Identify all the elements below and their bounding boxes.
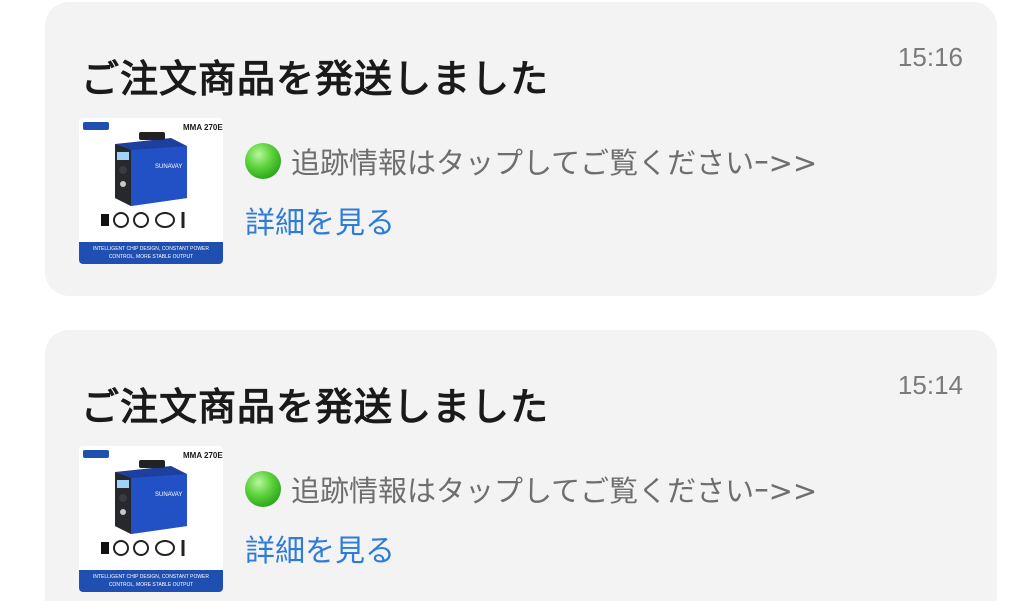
product-thumbnail[interactable]: MMA 270E SUNAVAY INTELLIGENT CHIP DESIGN bbox=[79, 118, 223, 264]
notification-card[interactable]: ご注文商品を発送しました 15:14 MMA 270E SUNAVAY INTE… bbox=[45, 330, 997, 601]
notification-time: 15:16 bbox=[897, 42, 963, 72]
notification-card[interactable]: ご注文商品を発送しました 15:16 MMA 270E SUNAVAY INTE… bbox=[45, 2, 997, 296]
brand-logo-icon bbox=[83, 122, 109, 130]
product-caption-line1: INTELLIGENT CHIP DESIGN, CONSTANT POWER bbox=[93, 246, 209, 252]
notification-title: ご注文商品を発送しました bbox=[81, 385, 550, 429]
product-model-label: MMA 270E bbox=[183, 451, 223, 460]
tracking-message-row[interactable]: 追跡情報はタップしてご覧くださいｰ>> bbox=[245, 140, 817, 182]
view-details-link[interactable]: 詳細を見る bbox=[245, 198, 395, 242]
svg-text:SUNAVAY: SUNAVAY bbox=[155, 164, 182, 170]
view-details-link[interactable]: 詳細を見る bbox=[245, 526, 395, 570]
tracking-message: 追跡情報はタップしてご覧くださいｰ>> bbox=[291, 146, 818, 180]
notification-time: 15:14 bbox=[897, 370, 963, 400]
tracking-message: 追跡情報はタップしてご覧くださいｰ>> bbox=[291, 474, 818, 508]
product-caption-line2: CONTROL, MORE STABLE OUTPUT bbox=[109, 254, 193, 260]
green-circle-icon bbox=[245, 143, 281, 179]
product-thumbnail[interactable]: MMA 270E SUNAVAY INTELLIGENT CHIP DESIGN… bbox=[79, 446, 223, 592]
product-caption-line2: CONTROL, MORE STABLE OUTPUT bbox=[109, 582, 193, 588]
brand-logo-icon bbox=[83, 450, 109, 458]
notification-title: ご注文商品を発送しました bbox=[81, 57, 550, 101]
product-caption-line1: INTELLIGENT CHIP DESIGN, CONSTANT POWER bbox=[93, 574, 209, 580]
svg-text:SUNAVAY: SUNAVAY bbox=[155, 492, 182, 498]
product-model-label: MMA 270E bbox=[183, 123, 223, 132]
green-circle-icon bbox=[245, 471, 281, 507]
tracking-message-row[interactable]: 追跡情報はタップしてご覧くださいｰ>> bbox=[245, 468, 817, 510]
notification-feed: ご注文商品を発送しました 15:16 MMA 270E SUNAVAY INTE… bbox=[0, 0, 1024, 601]
